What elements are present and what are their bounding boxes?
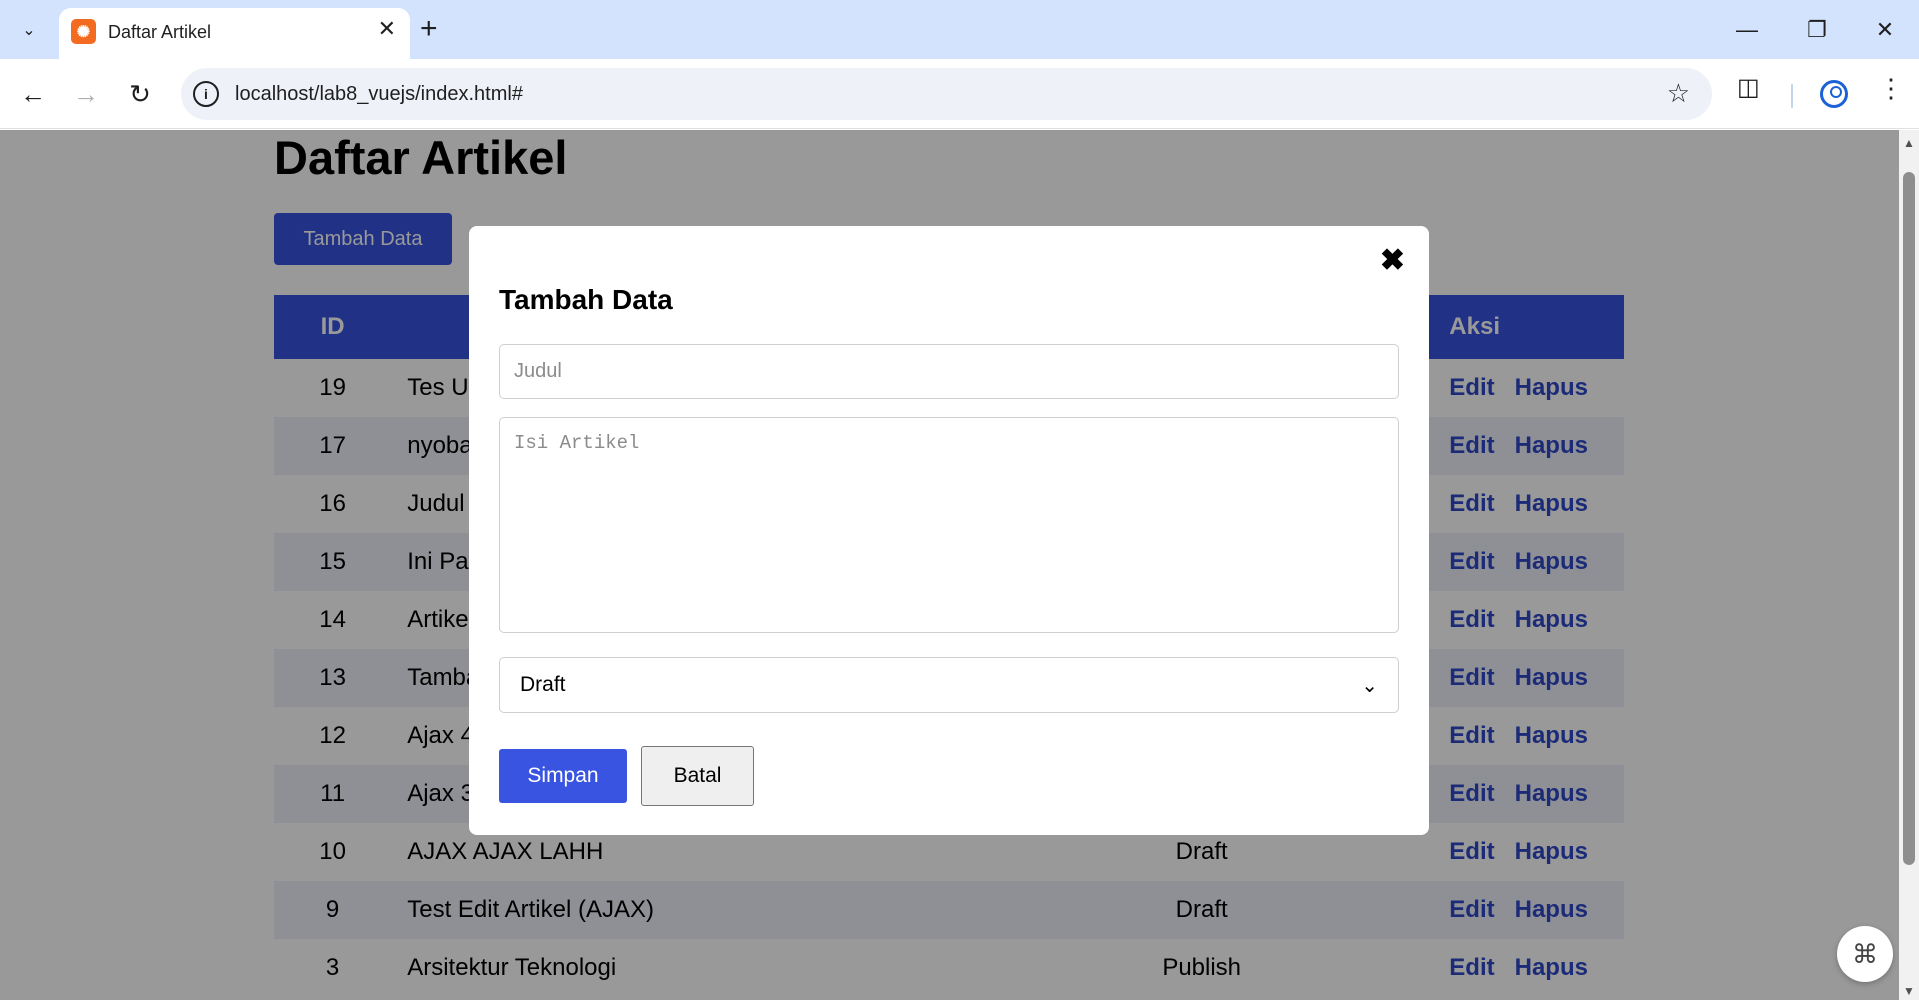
tab-search-icon[interactable]: ⌄	[9, 11, 49, 49]
scroll-up-icon[interactable]: ▲	[1903, 136, 1915, 150]
judul-input[interactable]	[499, 344, 1399, 399]
isi-artikel-textarea[interactable]	[499, 417, 1399, 633]
scroll-down-icon[interactable]: ▼	[1903, 984, 1915, 998]
site-info-icon[interactable]: i	[193, 81, 219, 107]
minimize-icon[interactable]: —	[1727, 10, 1767, 50]
browser-toolbar: ← → ↻ i localhost/lab8_vuejs/index.html#…	[0, 59, 1919, 129]
toolbar-divider	[1791, 84, 1793, 108]
page-scrollbar[interactable]: ▲ ▼	[1899, 130, 1919, 1000]
extensions-icon[interactable]: ◫	[1737, 73, 1760, 102]
forward-arrow-icon[interactable]: →	[65, 73, 107, 115]
save-button[interactable]: Simpan	[499, 749, 627, 803]
scroll-thumb[interactable]	[1903, 172, 1915, 865]
restore-icon[interactable]: ❐	[1797, 10, 1837, 50]
plus-icon[interactable]: +	[420, 14, 438, 44]
tab-title: Daftar Artikel	[108, 22, 212, 42]
star-icon[interactable]: ☆	[1667, 78, 1690, 109]
chevron-down-icon: ⌄	[1361, 674, 1378, 697]
url-text[interactable]: localhost/lab8_vuejs/index.html#	[235, 83, 523, 106]
modal-title: Tambah Data	[499, 284, 673, 315]
xampp-favicon-icon: ✺	[71, 19, 96, 44]
add-data-modal: ✖ Tambah Data Draft ⌄ Simpan Batal	[469, 226, 1429, 835]
tab-bar: ⌄ ✺ Daftar Artikel ✕ + — ❐ ✕	[0, 0, 1919, 59]
close-window-icon[interactable]: ✕	[1865, 10, 1905, 50]
menu-dots-icon[interactable]: ⋮	[1878, 75, 1904, 101]
browser-tab[interactable]: ✺ Daftar Artikel ✕	[59, 8, 410, 59]
close-icon[interactable]: ✕	[378, 18, 396, 40]
close-icon[interactable]: ✖	[1380, 246, 1405, 276]
back-arrow-icon[interactable]: ←	[12, 73, 54, 115]
status-select[interactable]: Draft ⌄	[499, 657, 1399, 713]
reload-icon[interactable]: ↻	[119, 73, 161, 115]
command-icon[interactable]: ⌘	[1837, 926, 1893, 982]
cancel-button[interactable]: Batal	[641, 746, 754, 806]
profile-icon[interactable]	[1820, 80, 1848, 108]
status-selected-value: Draft	[520, 673, 566, 696]
address-bar[interactable]: i localhost/lab8_vuejs/index.html# ☆	[181, 68, 1712, 120]
